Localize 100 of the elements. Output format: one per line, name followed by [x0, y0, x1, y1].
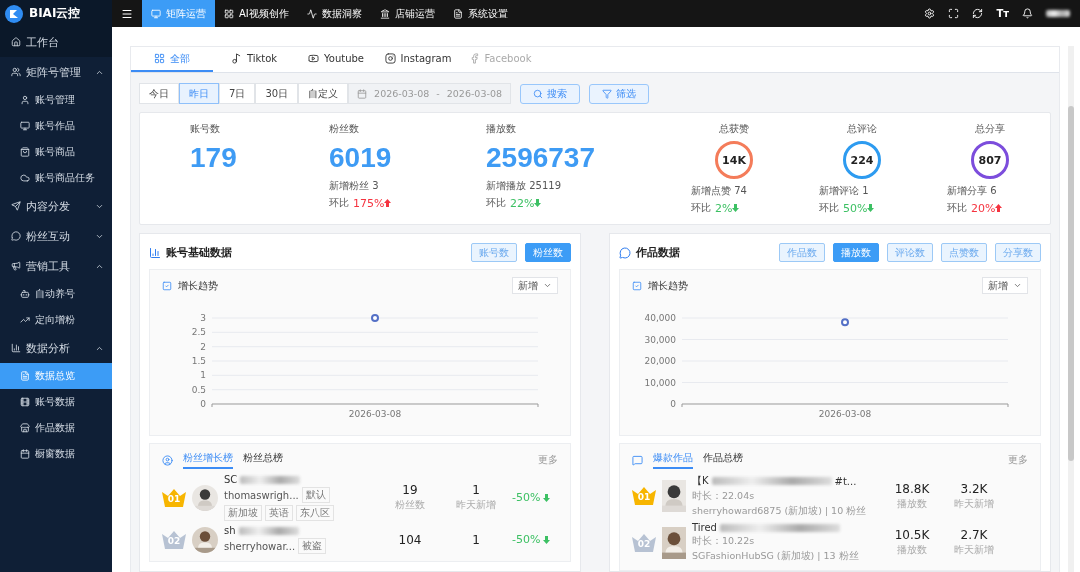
dropdown[interactable]: 新增: [982, 277, 1028, 294]
chevron-down-icon: [1013, 281, 1022, 290]
date-filter-button[interactable]: 7日: [219, 83, 256, 104]
axis-label: 2: [200, 341, 206, 352]
settings-icon[interactable]: [924, 8, 936, 19]
bag-icon: [20, 147, 30, 157]
megaphone-icon: [11, 261, 21, 271]
users-icon: [11, 67, 21, 77]
section-title: 增长趋势: [178, 278, 218, 293]
axis-label: 20,000: [644, 356, 676, 366]
stat-title: 播放数: [486, 122, 516, 136]
sidebar-item[interactable]: 账号商品任务: [0, 165, 112, 191]
stat-ratio: 环比 50%: [819, 201, 875, 215]
stat-title: 总分享: [975, 122, 1005, 136]
platform-tab[interactable]: Youtube: [295, 47, 377, 72]
sidebar-item[interactable]: 粉丝互动: [0, 221, 112, 251]
panel-title: 账号基础数据: [166, 245, 232, 260]
user-icon: [20, 95, 30, 105]
crown-icon: 01: [632, 487, 656, 505]
axis-label: 30,000: [644, 334, 676, 345]
font-size-button[interactable]: Tт: [996, 8, 1009, 19]
refresh-icon[interactable]: [972, 8, 984, 19]
film-icon: [20, 397, 30, 407]
sidebar-item[interactable]: 内容分发: [0, 191, 112, 221]
bar-chart-icon: [11, 343, 21, 353]
stat-ratio: 环比 2%: [691, 201, 740, 215]
stat-ratio: 环比 20%: [947, 201, 1003, 215]
axis-label: 2026-03-08: [818, 409, 872, 419]
sidebar-item[interactable]: 账号作品: [0, 113, 112, 139]
axis-label: 1: [200, 370, 206, 381]
user-icon: [162, 454, 173, 466]
author-info: sherryhoward6875 (新加坡) | 10 粉丝: [692, 505, 868, 518]
account-handle: sherryhowar...: [224, 540, 296, 552]
sidebar-item[interactable]: 定向增粉: [0, 307, 112, 333]
stat-title: 粉丝数: [329, 122, 359, 136]
sidebar-item[interactable]: 账号商品: [0, 139, 112, 165]
grid-icon: [224, 8, 234, 19]
platform-tab[interactable]: Instagram: [377, 47, 459, 72]
home-icon: [11, 37, 21, 47]
ranking-tab[interactable]: 作品总榜: [703, 451, 743, 469]
metric-label: 粉丝数: [395, 498, 425, 512]
work-title: Tired: [692, 522, 717, 533]
stat-detail: 新增点赞 74: [691, 184, 747, 198]
platform-tab[interactable]: Tiktok: [213, 47, 295, 72]
sidebar-item[interactable]: 账号数据: [0, 389, 112, 415]
axis-label: 2.5: [191, 327, 206, 338]
date-filter-button[interactable]: 30日: [255, 83, 299, 104]
date-filter-button[interactable]: 今日: [139, 83, 179, 104]
bar-chart-icon: [149, 246, 161, 259]
sidebar-item[interactable]: 营销工具: [0, 251, 112, 281]
metric-value: 19: [402, 483, 418, 497]
sidebar-item[interactable]: 作品数据: [0, 415, 112, 441]
blurred-user[interactable]: [1046, 10, 1070, 17]
scrollbar-thumb[interactable]: [1068, 106, 1074, 461]
metric-value: 1: [472, 483, 480, 497]
metric-label: 播放数: [897, 543, 927, 557]
metric-value: 18.8K: [894, 481, 930, 496]
brand-name: BIAI云控: [29, 5, 81, 22]
blurred-text: [238, 526, 299, 535]
top-nav-tab[interactable]: AI视频创作: [215, 0, 298, 27]
crown-icon: 02: [162, 530, 186, 549]
ranking-tab[interactable]: 粉丝总榜: [243, 451, 283, 469]
calendar-icon: [357, 88, 368, 99]
bell-icon[interactable]: [1022, 8, 1033, 19]
monitor-icon: [20, 121, 30, 131]
trend-line-icon: [20, 315, 30, 325]
axis-label: 40,000: [644, 313, 676, 323]
sidebar-item[interactable]: 数据分析: [0, 333, 112, 363]
blurred-text: [240, 475, 301, 484]
stat-ring: 807: [971, 141, 1009, 179]
stat-title: 总评论: [847, 122, 877, 136]
account-name: SC: [224, 474, 238, 485]
store-icon: [20, 423, 30, 433]
work-title: 【K: [692, 474, 709, 488]
top-nav-tab[interactable]: 数据洞察: [297, 0, 371, 27]
date-filter-button[interactable]: 自定义: [298, 83, 349, 104]
sidebar-item[interactable]: 矩阵号管理: [0, 57, 112, 87]
stat-detail: 新增粉丝 3: [329, 179, 379, 193]
robot-icon: [20, 289, 30, 299]
sidebar-item[interactable]: 自动养号: [0, 281, 112, 307]
document-icon: [20, 371, 30, 381]
change-value: -50%: [512, 533, 551, 546]
dropdown[interactable]: 新增: [512, 277, 558, 294]
data-point: [371, 314, 379, 322]
search-icon: [533, 88, 543, 99]
fullscreen-icon[interactable]: [948, 8, 960, 19]
menu-icon: [121, 7, 133, 20]
crown-icon: 01: [162, 488, 186, 507]
top-nav-tab[interactable]: 系统设置: [443, 0, 517, 27]
bank-icon: [379, 8, 390, 19]
play-icon: [308, 53, 319, 64]
metric-label: 昨天新增: [954, 543, 994, 557]
top-nav-tab[interactable]: 店铺运营: [370, 0, 444, 27]
logo-icon: [5, 4, 23, 23]
axis-label: 2026-03-08: [348, 409, 402, 419]
sidebar-item[interactable]: 工作台: [0, 27, 112, 57]
metric-value: 3.2K: [960, 481, 988, 496]
sidebar-item[interactable]: 橱窗数据: [0, 441, 112, 467]
chat-icon: [619, 246, 631, 259]
sidebar-item[interactable]: 账号管理: [0, 87, 112, 113]
